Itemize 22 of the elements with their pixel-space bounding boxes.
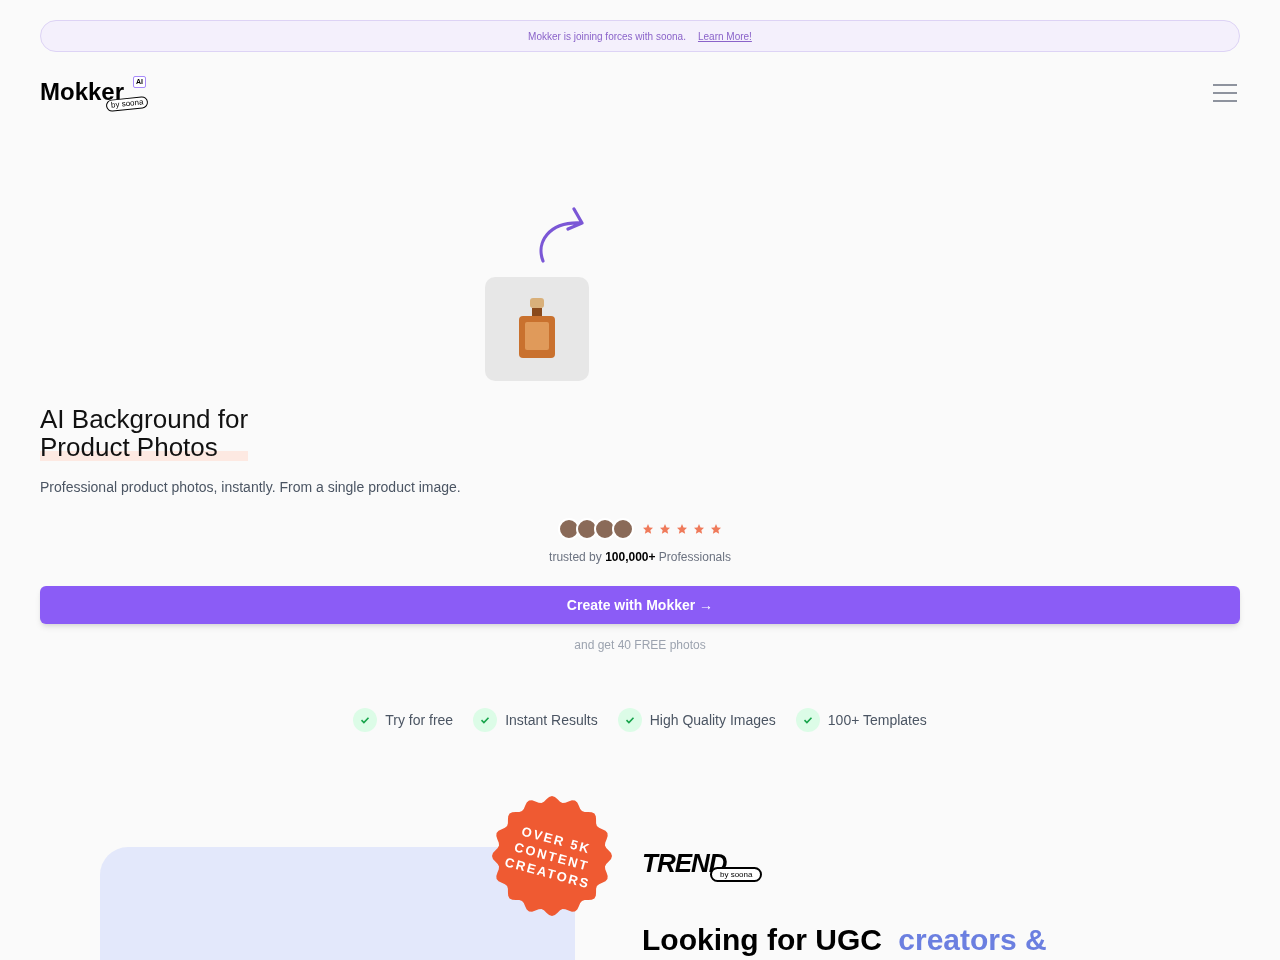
check-icon [617, 708, 642, 732]
promo-heading: Looking for UGC creators & [642, 922, 1047, 958]
announcement-text: Mokker is joining forces with soona. [528, 29, 686, 44]
check-icon [473, 708, 498, 732]
free-photos-note: and get 40 FREE photos [573, 637, 707, 654]
avatar [612, 518, 634, 540]
avatar [558, 518, 580, 540]
learn-more-link[interactable]: Learn More! [697, 28, 752, 44]
feature-label: Try for free [385, 710, 454, 730]
avatar [594, 518, 616, 540]
perfume-bottle-icon [517, 298, 557, 360]
create-with-mokker-button[interactable]: Create with Mokker → [40, 586, 1240, 624]
check-icon [795, 708, 820, 732]
curved-arrow-icon [538, 207, 586, 263]
menu-icon[interactable] [1212, 83, 1238, 103]
avatar [576, 518, 598, 540]
feature-label: High Quality Images [649, 710, 776, 730]
feature-label: Instant Results [505, 710, 598, 730]
feature-label: 100+ Templates [827, 710, 927, 730]
trusted-by-text: trusted by 100,000+ Professionals [549, 549, 731, 566]
check-icon [353, 708, 378, 732]
hero-subtitle: Professional product photos, instantly. From a single product image. [40, 478, 462, 497]
